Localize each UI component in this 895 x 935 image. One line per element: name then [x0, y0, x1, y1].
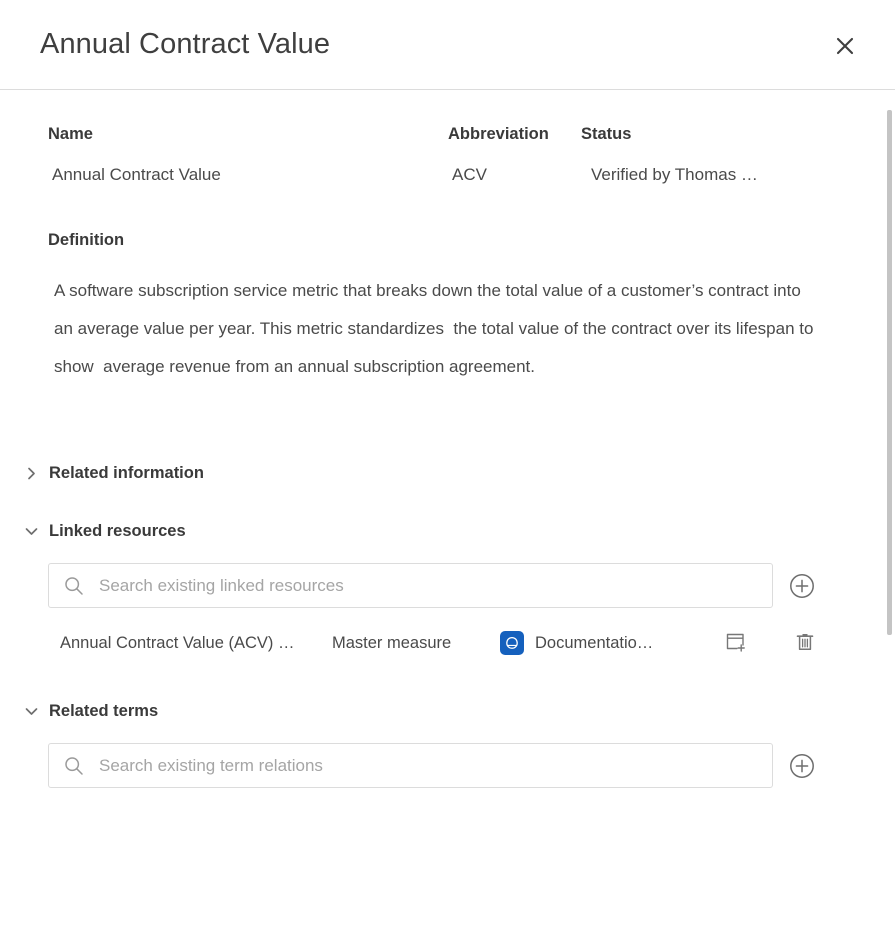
value-name: Annual Contract Value — [48, 165, 448, 185]
column-header-name: Name — [48, 125, 448, 144]
definition-label: Definition — [48, 231, 895, 250]
trash-icon — [793, 630, 817, 654]
linked-resource-type: Master measure — [332, 634, 500, 653]
scrollbar-track[interactable] — [883, 90, 895, 935]
linked-resource-row[interactable]: Annual Contract Value (ACV) … Master mea… — [60, 622, 895, 664]
linked-resources-search-row — [48, 563, 895, 608]
column-header-abbreviation: Abbreviation — [448, 125, 581, 144]
search-icon — [63, 755, 85, 777]
add-related-term-button[interactable] — [789, 753, 815, 779]
value-abbreviation: ACV — [448, 165, 581, 185]
linked-resource-space-label: Documentatio… — [535, 634, 653, 653]
linked-resource-space: Documentatio… — [500, 631, 676, 655]
close-icon — [834, 35, 856, 57]
section-related-terms[interactable]: Related terms — [20, 698, 895, 724]
linked-resource-title: Annual Contract Value (ACV) … — [60, 634, 332, 653]
related-terms-search-box[interactable] — [48, 743, 773, 788]
chevron-down-icon — [20, 520, 42, 542]
close-button[interactable] — [825, 26, 865, 66]
add-linked-resource-button[interactable] — [789, 573, 815, 599]
definition-text: A software subscription service metric t… — [54, 272, 824, 386]
add-to-sheet-icon — [724, 630, 748, 654]
chevron-right-icon — [20, 462, 42, 484]
metadata-header-row: Name Abbreviation Status — [0, 90, 895, 144]
linked-resources-search-box[interactable] — [48, 563, 773, 608]
panel-header: Annual Contract Value — [0, 0, 895, 90]
section-linked-resources[interactable]: Linked resources — [20, 518, 895, 544]
related-terms-search-row — [48, 743, 895, 788]
related-terms-search-input[interactable] — [97, 755, 758, 777]
panel-body: Name Abbreviation Status Annual Contract… — [0, 90, 895, 935]
linked-resources-search-input[interactable] — [97, 575, 758, 597]
value-status: Verified by Thomas … — [581, 165, 841, 185]
section-related-information[interactable]: Related information — [20, 460, 895, 486]
plus-circle-icon — [789, 573, 815, 599]
scrollbar-thumb[interactable] — [887, 110, 892, 635]
plus-circle-icon — [789, 753, 815, 779]
column-header-status: Status — [581, 125, 841, 144]
qlik-app-icon — [500, 631, 524, 655]
page-title: Annual Contract Value — [40, 28, 330, 61]
add-to-sheet-button[interactable] — [724, 630, 750, 656]
section-label-linked-resources: Linked resources — [49, 522, 186, 541]
chevron-down-icon — [20, 700, 42, 722]
metadata-value-row: Annual Contract Value ACV Verified by Th… — [0, 144, 895, 185]
search-icon — [63, 575, 85, 597]
delete-linked-resource-button[interactable] — [793, 630, 819, 656]
section-label-related-terms: Related terms — [49, 702, 158, 721]
section-label-related-information: Related information — [49, 464, 204, 483]
